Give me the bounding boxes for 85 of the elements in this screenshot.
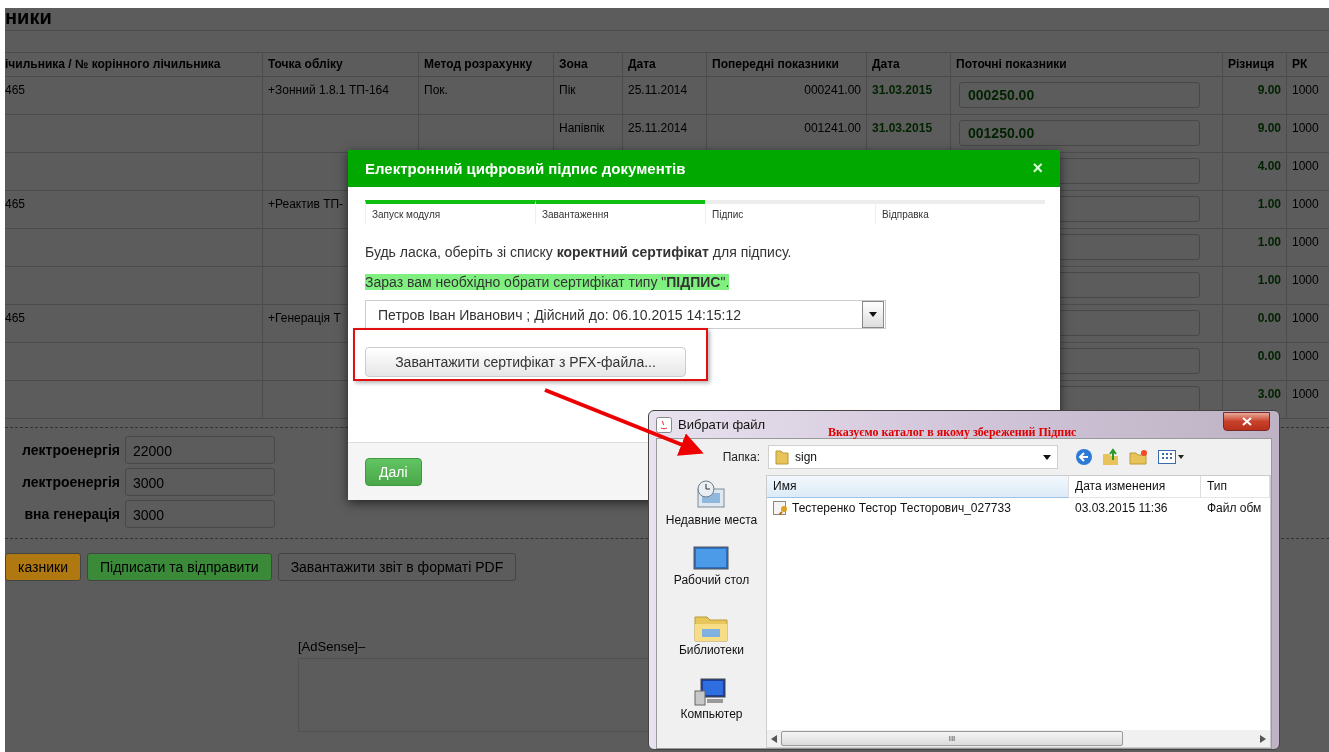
up-folder-button[interactable] [1102,448,1120,466]
desktop-icon [693,545,730,573]
certificate-select[interactable]: Петров Іван Иванович ; Дійсний до: 06.10.2015 14:15:12 [365,300,886,329]
table-cell: 1000 [1286,191,1329,228]
scroll-thumb[interactable]: III [781,731,1123,746]
progress-step: Відправка [875,200,1045,224]
column-header[interactable]: Дата изменения [1069,476,1201,498]
dialog-title: Вибрати файл [678,417,766,432]
field-label: вна генерація [23,506,120,522]
table-cell: 1000 [1286,305,1329,342]
column-header: Дата [866,53,950,76]
table-cell: 25.11.2014 [622,77,706,114]
file-type: Файл обм [1206,499,1263,515]
table-cell-text: 465 [5,196,27,213]
table-cell: +Зонний 1.8.1 ТП-164 [262,77,418,114]
close-button[interactable] [1223,412,1270,431]
horizontal-scrollbar[interactable]: III [767,730,1270,747]
caret-icon [869,312,877,317]
column-header: Попередні показники [706,53,866,76]
field-label: лектроенергія [21,474,120,490]
file-name[interactable]: Тестеренко Тестор Тесторович_027733 [767,498,1069,515]
column-header: РК [1286,53,1329,76]
action-button[interactable]: казники [5,553,81,581]
table-cell: Пок. [418,77,553,114]
table-cell: 1000 [1286,115,1329,152]
folder-label: Папка: [721,450,761,464]
scroll-right-icon [1260,734,1266,743]
scroll-left-icon [771,734,777,743]
load-pfx-button[interactable]: Завантажити сертифікат з PFX-файла... [365,347,686,377]
folder-select[interactable]: sign [768,445,1058,469]
table-cell: 0.00 [1222,343,1286,380]
column-header: Метод розрахунку [418,53,553,76]
table-cell: 1.00 [1222,229,1286,266]
table-cell-text: 465 [5,310,27,327]
places-item[interactable]: Недавние места [665,479,758,545]
certificate-file-icon [773,500,789,515]
file-date: 03.03.2015 11:36 [1074,499,1169,515]
column-header: Точка обліку [262,53,418,76]
table-cell-text: 465 [5,82,27,99]
new-folder-button[interactable] [1129,449,1149,465]
page-title: ники [5,8,52,26]
app-icon [656,416,672,433]
ad-label: [AdSense]– [298,639,366,654]
places-item[interactable]: Библиотеки [679,611,744,677]
column-header[interactable]: Имя [767,476,1069,498]
table-cell: 1.00 [1222,191,1286,228]
annotation-text: Вказуємо каталог в якому збережений Підпис [828,425,1077,440]
column-header[interactable]: Тип [1201,476,1270,498]
column-header: Дата [622,53,706,76]
folder-icon [775,449,789,465]
notice-text: Зараз вам необхідно обрати сертифікат типу "ПІДПИС". [365,274,730,290]
field-label: лектроенергія [21,442,120,458]
table-cell: 1000 [1286,153,1329,190]
modal-title: Електронний цифровий підпис документів [365,160,686,177]
table-cell: 1000 [1286,267,1329,304]
back-button[interactable] [1075,448,1093,466]
table-cell: 1000 [1286,381,1329,418]
action-button[interactable]: Підписати та відправити [87,553,272,581]
table-cell: 1.00 [1222,267,1286,304]
instruction-text: Будь ласка, оберіть зі списку коректний сертифікат для підпису. [365,244,793,260]
table-cell: 0.00 [1222,305,1286,342]
folder-up-icon [1102,448,1120,466]
table-cell: Пік [553,77,622,114]
column-header: Зона [553,53,622,76]
column-header: ічильника / № корінного лічильника [5,56,222,73]
view-menu-button[interactable] [1158,450,1184,464]
column-header: Поточні показники [950,53,1222,76]
places-item[interactable]: Рабочий стол [673,545,750,611]
table-cell: 1000 [1286,343,1329,380]
table-cell: 9.00 [1222,77,1286,114]
caret-icon [1043,454,1051,460]
places-item[interactable]: Компьютер [680,677,743,743]
table-cell: 1000 [1286,229,1329,266]
table-cell: 9.00 [1222,115,1286,152]
view-grid-icon [1158,450,1184,464]
close-icon [1241,417,1252,426]
progress-step: Підпис [705,200,875,224]
column-header: Різниця [1222,53,1286,76]
new-folder-icon [1129,449,1149,465]
table-cell: 000241.00 [706,77,866,114]
table-cell: 1000 [1286,77,1329,114]
table-cell: 31.03.2015 [866,77,950,114]
table-cell: 4.00 [1222,153,1286,190]
progress-step: Запуск модуля [365,200,535,224]
progress-step: Завантаження [535,200,705,224]
